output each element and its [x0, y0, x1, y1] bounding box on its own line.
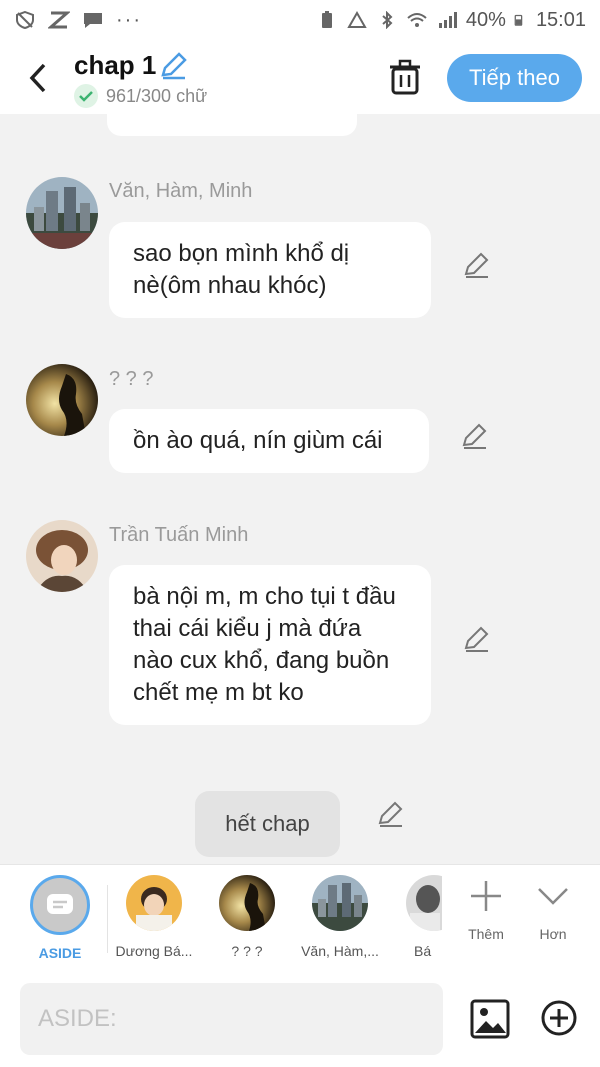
- signal-icon: [438, 12, 457, 28]
- character-item[interactable]: ? ? ?: [205, 875, 289, 959]
- avatar: [406, 875, 442, 931]
- character-label: ASIDE: [38, 945, 82, 961]
- plus-icon: [471, 881, 501, 911]
- app-icon: [48, 11, 70, 29]
- clock: 15:01: [535, 8, 586, 31]
- back-button[interactable]: [20, 58, 56, 98]
- character-item[interactable]: Bá: [392, 875, 442, 959]
- check-icon: [74, 84, 98, 108]
- edit-message-icon[interactable]: [462, 250, 492, 280]
- aside-message-bubble[interactable]: hết chap: [195, 791, 340, 857]
- add-circle-icon[interactable]: [540, 999, 578, 1037]
- battery-icon: [514, 14, 523, 26]
- add-character-button[interactable]: Thêm: [456, 879, 516, 942]
- avatar: [126, 875, 182, 931]
- message-bubble[interactable]: ồn ào quá, nín giùm cái: [109, 409, 429, 473]
- avatar[interactable]: [26, 177, 98, 249]
- battery-level: 40%: [465, 8, 506, 31]
- avatar: [219, 875, 275, 931]
- message-bubble[interactable]: sao bọn mình khổ dị nè(ôm nhau khóc): [109, 222, 431, 318]
- edit-message-icon[interactable]: [460, 421, 490, 451]
- next-button[interactable]: Tiếp theo: [447, 54, 582, 102]
- avatar[interactable]: [26, 520, 98, 592]
- chevron-left-icon: [29, 63, 46, 93]
- recycle-icon: [347, 11, 367, 28]
- avatar: [312, 875, 368, 931]
- message-icon: [84, 13, 102, 28]
- more-notifications: ···: [116, 8, 142, 31]
- shield-icon: [16, 11, 34, 29]
- aside-avatar: [30, 875, 90, 935]
- editor-header: chap 1 961/300 chữ Tiếp theo: [0, 40, 600, 114]
- chapter-title: chap 1: [74, 50, 157, 80]
- character-selector: ASIDE Dương Bá... ? ? ? Văn, Hàm,... Bá …: [0, 864, 600, 971]
- collapse-button[interactable]: Hơn: [523, 879, 583, 942]
- character-label: ? ? ?: [231, 943, 263, 959]
- character-item[interactable]: Dương Bá...: [112, 875, 196, 959]
- message-bubble[interactable]: bà nội m, m cho tụi t đầu thai cái kiểu …: [109, 565, 431, 725]
- wifi-icon: [407, 13, 427, 27]
- word-count: 961/300 chữ: [74, 84, 207, 108]
- character-aside[interactable]: ASIDE: [18, 875, 102, 961]
- word-count-label: 961/300 chữ: [106, 85, 208, 106]
- status-bar: ··· 40% 15:01: [0, 0, 600, 40]
- comment-icon: [47, 894, 73, 914]
- sender-name: ? ? ?: [109, 368, 154, 390]
- bluetooth-icon: [382, 11, 393, 29]
- character-label: Văn, Hàm,...: [301, 943, 379, 959]
- trash-icon[interactable]: [387, 58, 423, 98]
- less-label: Hơn: [539, 926, 567, 942]
- character-label: Dương Bá...: [115, 943, 193, 959]
- input-bar: [0, 971, 600, 1067]
- chevron-down-icon: [538, 888, 568, 905]
- image-icon[interactable]: [470, 999, 510, 1039]
- battery-saver-icon: [321, 11, 332, 28]
- chat-area[interactable]: Văn, Hàm, Minh sao bọn mình khổ dị nè(ôm…: [0, 114, 600, 864]
- edit-message-icon[interactable]: [462, 624, 492, 654]
- sender-name: Trần Tuấn Minh: [109, 524, 249, 546]
- more-label: Thêm: [468, 926, 504, 942]
- character-item[interactable]: Văn, Hàm,...: [298, 875, 382, 959]
- previous-message-bubble[interactable]: [107, 114, 357, 136]
- divider: [107, 885, 108, 953]
- character-label: Bá: [414, 943, 432, 959]
- edit-message-icon[interactable]: [376, 799, 406, 829]
- message-input[interactable]: [20, 983, 443, 1055]
- edit-title-icon[interactable]: [157, 51, 189, 81]
- sender-name: Văn, Hàm, Minh: [109, 180, 253, 202]
- avatar[interactable]: [26, 364, 98, 436]
